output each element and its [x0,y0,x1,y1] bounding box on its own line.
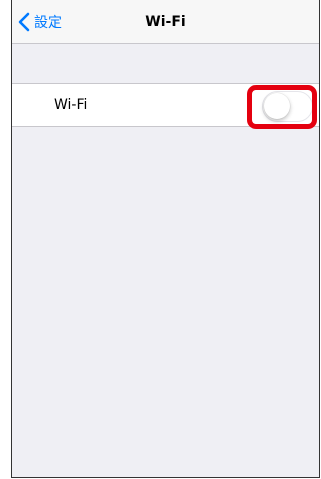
wifi-row-label: Wi-Fi [54,97,88,113]
wifi-settings-group: Wi-Fi [12,83,319,127]
back-button[interactable]: 設定 [18,0,62,44]
phone-screen: 設定 Wi-Fi Wi-Fi [11,0,320,478]
back-button-label: 設定 [34,15,62,31]
toggle-knob [264,93,290,119]
navigation-bar: 設定 Wi-Fi [12,0,319,44]
chevron-left-icon [18,12,30,32]
wifi-toggle[interactable] [262,91,313,122]
